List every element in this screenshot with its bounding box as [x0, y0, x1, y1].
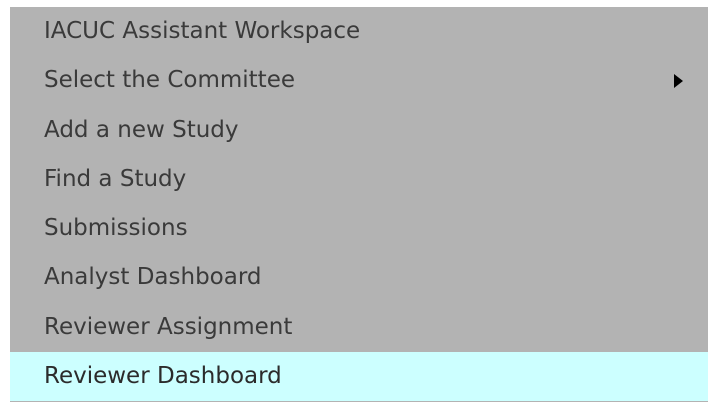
- dropdown-menu: IACUC Assistant Workspace Select the Com…: [10, 7, 708, 402]
- menu-item-reviewer-dashboard[interactable]: Reviewer Dashboard: [10, 352, 708, 402]
- menu-item-iacuc-assistant-workspace[interactable]: IACUC Assistant Workspace: [10, 7, 708, 56]
- menu-item-label: Add a new Study: [44, 116, 239, 143]
- menu-item-select-the-committee[interactable]: Select the Committee: [10, 56, 708, 105]
- menu-item-add-a-new-study[interactable]: Add a new Study: [10, 106, 708, 155]
- menu-item-label: IACUC Assistant Workspace: [44, 18, 361, 44]
- menu-item-label: Submissions: [44, 215, 188, 242]
- menu-item-label: Find a Study: [44, 165, 187, 192]
- menu-item-label: Select the Committee: [44, 67, 295, 94]
- menu-item-label: Reviewer Dashboard: [44, 363, 282, 390]
- triangle-right-icon: [674, 73, 683, 88]
- menu-item-analyst-dashboard[interactable]: Analyst Dashboard: [10, 253, 708, 302]
- menu-item-find-a-study[interactable]: Find a Study: [10, 155, 708, 204]
- menu-item-reviewer-assignment[interactable]: Reviewer Assignment: [10, 303, 708, 352]
- menu-item-submissions[interactable]: Submissions: [10, 204, 708, 253]
- menu-item-label: Reviewer Assignment: [44, 313, 293, 340]
- menu-item-label: Analyst Dashboard: [44, 264, 262, 291]
